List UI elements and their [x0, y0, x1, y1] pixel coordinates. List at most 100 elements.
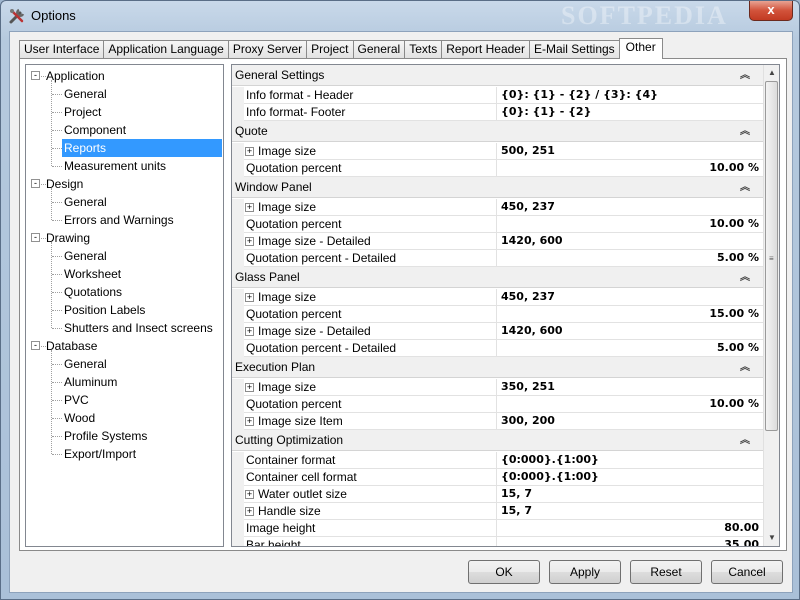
property-row[interactable]: Image height 80.00 — [244, 520, 764, 537]
tab-project[interactable]: Project — [306, 40, 354, 58]
property-row[interactable]: + Image size 450, 237 — [244, 289, 764, 306]
property-value[interactable]: 450, 237 — [501, 289, 761, 306]
collapse-up-icon[interactable]: ︽ — [740, 357, 750, 378]
property-row[interactable]: + Image size - Detailed 1420, 600 — [244, 233, 764, 250]
property-value[interactable]: 80.00 — [501, 520, 761, 537]
tree-item-profile-systems[interactable]: Profile Systems — [64, 427, 147, 445]
property-row[interactable]: + Image size - Detailed 1420, 600 — [244, 323, 764, 340]
property-row[interactable]: + Image size 500, 251 — [244, 143, 764, 160]
category-cutting-optimization[interactable]: Cutting Optimization ︽ — [232, 430, 764, 451]
property-value[interactable]: 10.00 % — [501, 216, 761, 233]
tree-item-project[interactable]: Project — [64, 103, 101, 121]
expand-plus-icon[interactable]: + — [245, 417, 254, 426]
collapse-icon[interactable]: - — [31, 71, 40, 80]
expand-plus-icon[interactable]: + — [245, 203, 254, 212]
category-general-settings[interactable]: General Settings ︽ — [232, 65, 764, 86]
tree-item-general[interactable]: General — [64, 247, 107, 265]
property-row[interactable]: Info format- Footer {0}: {1} - {2} — [244, 104, 764, 121]
tree-item-errors-and-warnings[interactable]: Errors and Warnings — [64, 211, 174, 229]
property-value[interactable]: {0}: {1} - {2} — [501, 104, 761, 121]
tree-item-design[interactable]: Design — [46, 175, 83, 193]
tab-e-mail-settings[interactable]: E-Mail Settings — [528, 40, 620, 58]
expand-plus-icon[interactable]: + — [245, 147, 254, 156]
property-row[interactable]: Quotation percent 15.00 % — [244, 306, 764, 323]
collapse-icon[interactable]: - — [31, 341, 40, 350]
tab-general[interactable]: General — [352, 40, 406, 58]
property-row[interactable]: Bar height 35.00 — [244, 537, 764, 546]
tree-item-measurement-units[interactable]: Measurement units — [64, 157, 166, 175]
tree-item-application[interactable]: Application — [46, 67, 105, 85]
property-grid-scrollbar[interactable]: ▲ ≡ ▼ — [763, 65, 779, 546]
property-value[interactable]: 1420, 600 — [501, 323, 761, 340]
collapse-up-icon[interactable]: ︽ — [740, 267, 750, 288]
property-value[interactable]: 15, 7 — [501, 503, 761, 520]
expand-plus-icon[interactable]: + — [245, 237, 254, 246]
collapse-up-icon[interactable]: ︽ — [740, 65, 750, 86]
property-value[interactable]: 15, 7 — [501, 486, 761, 503]
property-row[interactable]: Container format {0:000}.{1:00} — [244, 452, 764, 469]
scroll-down-icon[interactable]: ▼ — [764, 530, 779, 546]
tree-item-aluminum[interactable]: Aluminum — [64, 373, 117, 391]
settings-tree[interactable]: - Application General Project Component Repor… — [25, 64, 224, 547]
scroll-up-icon[interactable]: ▲ — [764, 65, 779, 81]
scrollbar-thumb[interactable]: ≡ — [765, 81, 778, 431]
property-value[interactable]: {0}: {1} - {2} / {3}: {4} — [501, 87, 761, 104]
property-value[interactable]: 5.00 % — [501, 340, 761, 357]
tree-item-quotations[interactable]: Quotations — [64, 283, 122, 301]
property-value[interactable]: {0:000}.{1:00} — [501, 469, 761, 486]
close-button[interactable]: x — [749, 1, 793, 21]
property-row[interactable]: Quotation percent 10.00 % — [244, 216, 764, 233]
tree-item-worksheet[interactable]: Worksheet — [64, 265, 121, 283]
collapse-up-icon[interactable]: ︽ — [740, 121, 750, 142]
property-value[interactable]: 350, 251 — [501, 379, 761, 396]
tree-item-pvc[interactable]: PVC — [64, 391, 89, 409]
category-glass-panel[interactable]: Glass Panel ︽ — [232, 267, 764, 288]
title-bar[interactable]: Options SOFTPEDIA x — [1, 1, 799, 31]
tab-report-header[interactable]: Report Header — [441, 40, 530, 58]
property-row[interactable]: + Image size 450, 237 — [244, 199, 764, 216]
tree-item-export-import[interactable]: Export/Import — [64, 445, 136, 463]
property-row[interactable]: + Image size Item 300, 200 — [244, 413, 764, 430]
tab-user-interface[interactable]: User Interface — [19, 40, 105, 58]
tree-item-component[interactable]: Component — [64, 121, 126, 139]
tree-item-shutters-and-insect-screens[interactable]: Shutters and Insect screens — [64, 319, 213, 337]
tree-item-position-labels[interactable]: Position Labels — [64, 301, 145, 319]
apply-button[interactable]: Apply — [549, 560, 621, 584]
property-value[interactable]: 1420, 600 — [501, 233, 761, 250]
property-value[interactable]: 15.00 % — [501, 306, 761, 323]
reset-button[interactable]: Reset — [630, 560, 702, 584]
expand-plus-icon[interactable]: + — [245, 327, 254, 336]
tree-item-general[interactable]: General — [64, 355, 107, 373]
tree-item-general[interactable]: General — [64, 85, 107, 103]
property-value[interactable]: 500, 251 — [501, 143, 761, 160]
tree-item-reports[interactable]: Reports — [62, 139, 222, 157]
collapse-icon[interactable]: - — [31, 179, 40, 188]
property-value[interactable]: 300, 200 — [501, 413, 761, 430]
ok-button[interactable]: OK — [468, 560, 540, 584]
expand-plus-icon[interactable]: + — [245, 490, 254, 499]
property-row[interactable]: Quotation percent - Detailed 5.00 % — [244, 340, 764, 357]
collapse-up-icon[interactable]: ︽ — [740, 177, 750, 198]
property-value[interactable]: 5.00 % — [501, 250, 761, 267]
property-value[interactable]: 10.00 % — [501, 396, 761, 413]
tab-texts[interactable]: Texts — [404, 40, 443, 58]
property-row[interactable]: + Image size 350, 251 — [244, 379, 764, 396]
tree-item-drawing[interactable]: Drawing — [46, 229, 90, 247]
expand-plus-icon[interactable]: + — [245, 293, 254, 302]
category-quote[interactable]: Quote ︽ — [232, 121, 764, 142]
property-row[interactable]: Info format - Header {0}: {1} - {2} / {3}… — [244, 87, 764, 104]
tree-item-general[interactable]: General — [64, 193, 107, 211]
property-row[interactable]: + Handle size 15, 7 — [244, 503, 764, 520]
category-window-panel[interactable]: Window Panel ︽ — [232, 177, 764, 198]
property-value[interactable]: 450, 237 — [501, 199, 761, 216]
property-row[interactable]: + Water outlet size 15, 7 — [244, 486, 764, 503]
property-row[interactable]: Quotation percent 10.00 % — [244, 396, 764, 413]
tab-application-language[interactable]: Application Language — [103, 40, 229, 58]
property-row[interactable]: Quotation percent 10.00 % — [244, 160, 764, 177]
expand-plus-icon[interactable]: + — [245, 507, 254, 516]
collapse-up-icon[interactable]: ︽ — [740, 430, 750, 451]
collapse-icon[interactable]: - — [31, 233, 40, 242]
property-row[interactable]: Container cell format {0:000}.{1:00} — [244, 469, 764, 486]
tab-proxy-server[interactable]: Proxy Server — [227, 40, 308, 58]
category-execution-plan[interactable]: Execution Plan ︽ — [232, 357, 764, 378]
